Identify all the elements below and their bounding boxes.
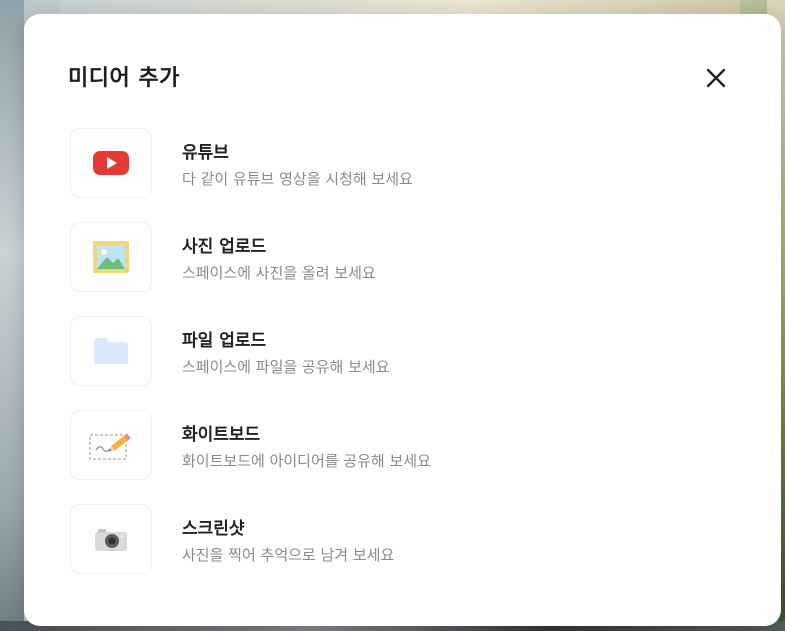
add-media-dialog: 미디어 추가 유튜브 다 같이 유튜브 영상을 시청해 보세요 사진 업로드 스… (24, 14, 781, 626)
media-option-description: 다 같이 유튜브 영상을 시청해 보세요 (182, 170, 413, 188)
media-option-icon-box (70, 504, 152, 574)
dialog-title: 미디어 추가 (68, 66, 180, 91)
media-option-whiteboard[interactable]: 화이트보드 화이트보드에 아이디어를 공유해 보세요 (70, 410, 710, 504)
media-option-title: 사진 업로드 (182, 237, 267, 257)
close-button[interactable] (698, 60, 734, 96)
media-option-photo-upload[interactable]: 사진 업로드 스페이스에 사진을 올려 보세요 (70, 222, 710, 316)
media-option-description: 화이트보드에 아이디어를 공유해 보세요 (182, 452, 431, 470)
camera-icon (95, 529, 127, 551)
folder-icon (94, 338, 128, 364)
media-option-icon-box (70, 222, 152, 292)
media-option-title: 화이트보드 (182, 425, 261, 445)
media-option-title: 파일 업로드 (182, 331, 267, 351)
media-option-icon-box (70, 316, 152, 386)
media-option-description: 사진을 찍어 추억으로 남겨 보세요 (182, 546, 395, 564)
image-icon (93, 241, 129, 273)
close-icon (706, 68, 726, 88)
media-option-file-upload[interactable]: 파일 업로드 스페이스에 파일을 공유해 보세요 (70, 316, 710, 410)
background-left-edge (0, 0, 24, 631)
whiteboard-pencil-icon (89, 433, 131, 460)
media-option-icon-box (70, 128, 152, 198)
media-option-list: 유튜브 다 같이 유튜브 영상을 시청해 보세요 사진 업로드 스페이스에 사진… (70, 128, 710, 598)
media-option-youtube[interactable]: 유튜브 다 같이 유튜브 영상을 시청해 보세요 (70, 128, 710, 222)
media-option-description: 스페이스에 사진을 올려 보세요 (182, 264, 376, 282)
media-option-title: 스크린샷 (182, 519, 245, 539)
youtube-icon (93, 151, 129, 175)
media-option-icon-box (70, 410, 152, 480)
media-option-title: 유튜브 (182, 143, 229, 163)
media-option-screenshot[interactable]: 스크린샷 사진을 찍어 추억으로 남겨 보세요 (70, 504, 710, 598)
media-option-description: 스페이스에 파일을 공유해 보세요 (182, 358, 390, 376)
